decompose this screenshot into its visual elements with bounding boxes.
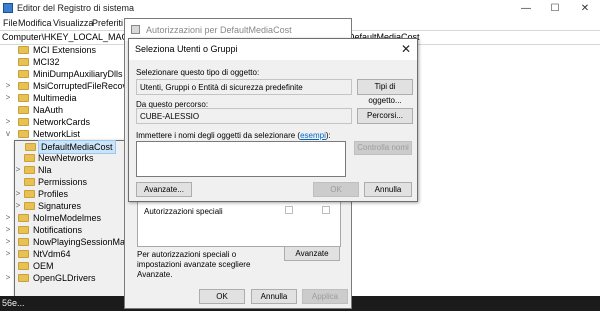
tree-item-label: Multimedia bbox=[33, 93, 77, 103]
folder-icon bbox=[18, 226, 29, 234]
registry-app-icon bbox=[3, 3, 13, 13]
perm-apply-button[interactable]: Applica bbox=[302, 289, 348, 304]
folder-icon bbox=[18, 70, 29, 78]
dialog-icon bbox=[131, 25, 140, 34]
names-label-end: ): bbox=[325, 131, 331, 140]
perm-cancel-button[interactable]: Annulla bbox=[251, 289, 297, 304]
tree-item-label: OEM bbox=[33, 261, 54, 271]
tree-expander[interactable]: > bbox=[14, 200, 22, 212]
folder-icon bbox=[18, 46, 29, 54]
folder-icon bbox=[24, 190, 35, 198]
perm-advanced-button[interactable]: Avanzate bbox=[284, 246, 340, 261]
folder-icon bbox=[18, 82, 29, 90]
menu-file[interactable]: File bbox=[3, 18, 18, 28]
registry-title: Editor del Registro di sistema bbox=[17, 3, 135, 13]
tree-expander[interactable]: v bbox=[4, 128, 12, 140]
folder-icon bbox=[24, 202, 35, 210]
folder-icon bbox=[24, 166, 35, 174]
tree-item-label: Nla bbox=[38, 165, 52, 175]
tree-item-label: OpenGLDrivers bbox=[33, 273, 96, 283]
taskbar-text: 56e... bbox=[2, 298, 25, 308]
folder-icon bbox=[18, 94, 29, 102]
tree-item-label: Signatures bbox=[38, 201, 82, 211]
check-names-button[interactable]: Controlla nomi bbox=[354, 141, 412, 155]
object-type-label: Selezionare questo tipo di oggetto: bbox=[136, 68, 260, 77]
allow-checkbox[interactable] bbox=[285, 206, 293, 214]
permissions-list[interactable]: Autorizzazioni speciali bbox=[137, 201, 341, 247]
tree-expander[interactable]: > bbox=[4, 212, 12, 224]
examples-link[interactable]: esempi bbox=[300, 131, 326, 140]
select-users-dialog: Seleziona Utenti o Gruppi ✕ Selezionare … bbox=[128, 38, 418, 202]
folder-icon bbox=[18, 106, 29, 114]
close-icon[interactable]: ✕ bbox=[401, 42, 411, 56]
permissions-title: Autorizzazioni per DefaultMediaCost bbox=[146, 25, 292, 35]
advanced-note: Per autorizzazioni speciali o impostazio… bbox=[137, 250, 251, 279]
tree-expander[interactable]: > bbox=[4, 80, 12, 92]
tree-expander[interactable]: > bbox=[14, 164, 22, 176]
minimize-icon[interactable]: — bbox=[512, 0, 540, 17]
tree-item-label: Permissions bbox=[38, 177, 88, 187]
tree-expander[interactable]: > bbox=[4, 248, 12, 260]
registry-title-bar: Editor del Registro di sistema — ☐ ✕ bbox=[0, 0, 600, 17]
object-names-input[interactable] bbox=[136, 141, 346, 177]
select-ok-button[interactable]: OK bbox=[313, 182, 359, 197]
menu-preferiti[interactable]: Preferiti bbox=[92, 18, 123, 28]
tree-item-label: NtVdm64 bbox=[33, 249, 71, 259]
close-icon[interactable]: ✕ bbox=[571, 0, 599, 17]
tree-item-label: MCI32 bbox=[33, 57, 60, 67]
tree-item-label: MsiCorruptedFileRecovery bbox=[33, 81, 128, 91]
folder-icon bbox=[18, 118, 29, 126]
names-label: Immettere i nomi degli oggetti da selezi… bbox=[136, 131, 331, 140]
tree-item-label: Notifications bbox=[33, 225, 83, 235]
tree-item-label: NaAuth bbox=[33, 105, 64, 115]
tree-expander[interactable]: > bbox=[4, 236, 12, 248]
tree-expander[interactable]: > bbox=[4, 224, 12, 236]
folder-icon bbox=[18, 58, 29, 66]
select-dialog-title: Seleziona Utenti o Gruppi bbox=[135, 44, 238, 54]
names-label-text: Immettere i nomi degli oggetti da selezi… bbox=[136, 131, 301, 140]
tree-item-label: MiniDumpAuxiliaryDlls bbox=[33, 69, 123, 79]
menu-modifica[interactable]: Modifica bbox=[18, 18, 52, 28]
maximize-icon[interactable]: ☐ bbox=[541, 0, 569, 17]
tree-item-label: MCI Extensions bbox=[33, 45, 97, 55]
folder-icon bbox=[18, 274, 29, 282]
select-dialog-title-bar: Seleziona Utenti o Gruppi ✕ bbox=[129, 39, 417, 60]
deny-checkbox[interactable] bbox=[322, 206, 330, 214]
folder-icon bbox=[24, 178, 35, 186]
folder-icon bbox=[25, 143, 36, 151]
folder-icon bbox=[18, 238, 29, 246]
select-cancel-button[interactable]: Annulla bbox=[364, 182, 412, 197]
menu-visualizza[interactable]: Visualizza bbox=[53, 18, 93, 28]
tree-item-label: NoImeModelmes bbox=[33, 213, 102, 223]
tree-expander[interactable]: > bbox=[4, 116, 12, 128]
special-permissions-label: Autorizzazioni speciali bbox=[144, 207, 223, 216]
folder-icon bbox=[24, 154, 35, 162]
tree-expander[interactable]: > bbox=[4, 272, 12, 284]
select-advanced-button[interactable]: Avanzate... bbox=[136, 182, 192, 197]
perm-ok-button[interactable]: OK bbox=[199, 289, 245, 304]
tree-item-label: NewNetworks bbox=[38, 153, 94, 163]
location-field: CUBE-ALESSIO bbox=[136, 108, 352, 124]
tree-expander[interactable]: > bbox=[14, 188, 22, 200]
folder-icon bbox=[18, 262, 29, 270]
tree-item-label: NetworkCards bbox=[33, 117, 91, 127]
folder-icon bbox=[18, 214, 29, 222]
object-type-field: Utenti, Gruppi o Entità di sicurezza pre… bbox=[136, 79, 352, 95]
tree-expander[interactable]: > bbox=[4, 92, 12, 104]
registry-tree[interactable]: MCI Extensions MCI32 MiniDumpAuxiliaryDl… bbox=[0, 43, 128, 296]
folder-icon bbox=[18, 250, 29, 258]
tree-item-label: NowPlayingSessionManager bbox=[33, 237, 128, 247]
tree-item-label: NetworkList bbox=[33, 129, 81, 139]
tree-item-label: Profiles bbox=[38, 189, 69, 199]
object-types-button[interactable]: Tipi di oggetto... bbox=[357, 79, 413, 105]
folder-open-icon bbox=[18, 130, 29, 138]
locations-button[interactable]: Percorsi... bbox=[357, 108, 413, 124]
